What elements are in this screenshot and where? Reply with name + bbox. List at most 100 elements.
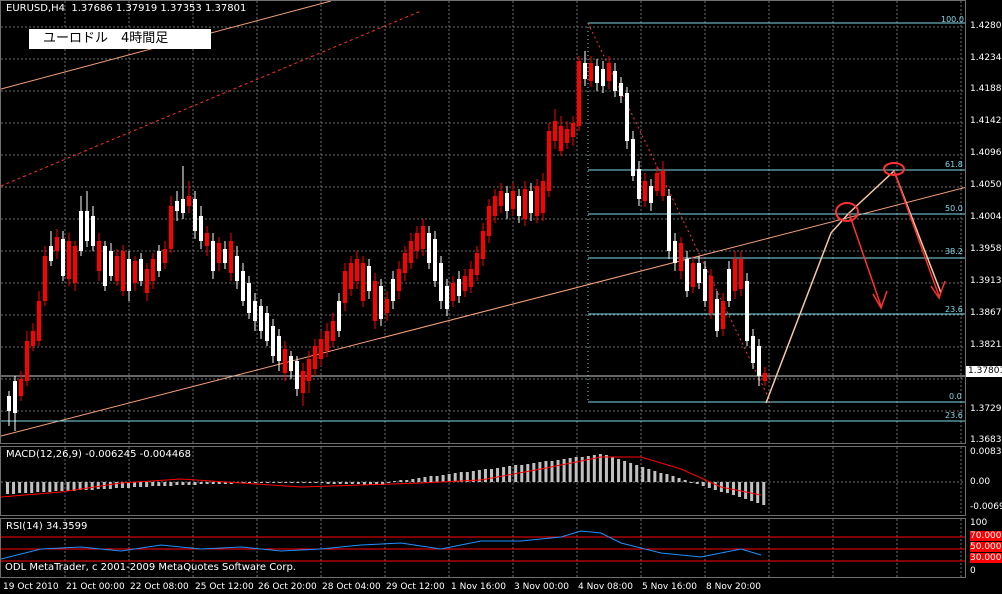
rsi-scale-tick: 30.0000 bbox=[970, 553, 1002, 563]
macd-scale-tick: -0.00694 bbox=[970, 502, 1002, 512]
price-chart-pane[interactable]: EURUSD,H4 1.37686 1.37919 1.37353 1.3780… bbox=[0, 0, 966, 444]
fib-level-label: 50.0 bbox=[945, 204, 963, 213]
macd-histogram-bar bbox=[417, 478, 421, 482]
time-tick: 25 Oct 12:00 bbox=[195, 582, 254, 592]
candle-body bbox=[589, 63, 593, 81]
macd-histogram-bar bbox=[453, 473, 457, 482]
macd-histogram-bar bbox=[423, 477, 427, 482]
time-tick: 22 Oct 08:00 bbox=[130, 582, 189, 592]
candle-body bbox=[739, 259, 743, 289]
candle-body bbox=[151, 259, 155, 281]
macd-histogram-bar bbox=[598, 454, 602, 482]
candle-body bbox=[583, 63, 587, 79]
price-tick: 1.40040 bbox=[970, 212, 1002, 222]
macd-histogram-bar bbox=[695, 482, 699, 484]
candle-body bbox=[175, 201, 179, 211]
rsi-line bbox=[1, 530, 762, 560]
candle-body bbox=[19, 379, 23, 396]
time-scale[interactable]: 19 Oct 2010 21 Oct 00:00 22 Oct 08:00 25… bbox=[0, 578, 966, 594]
price-chart-canvas[interactable] bbox=[1, 1, 966, 444]
macd-histogram-bar bbox=[175, 482, 179, 485]
macd-histogram-bar bbox=[550, 461, 554, 482]
price-tick: 1.40500 bbox=[970, 180, 1002, 190]
macd-histogram-bar bbox=[490, 469, 493, 482]
macd-histogram-bar bbox=[18, 482, 22, 493]
chart-window[interactable]: EURUSD,H4 1.37686 1.37919 1.37353 1.3780… bbox=[0, 0, 1002, 594]
macd-histogram-bar bbox=[701, 482, 705, 486]
candle-body bbox=[709, 276, 713, 313]
candle-body bbox=[61, 239, 65, 276]
fib-level-label: 0.0 bbox=[949, 392, 962, 401]
candle-body bbox=[271, 326, 275, 356]
macd-histogram-bar bbox=[96, 482, 100, 489]
macd-histogram-bar bbox=[296, 482, 300, 483]
candle-body bbox=[571, 123, 575, 137]
candle-body bbox=[139, 259, 143, 281]
candle-body bbox=[385, 299, 389, 313]
macd-histogram-bar bbox=[24, 482, 28, 493]
time-tick: 4 Nov 08:00 bbox=[578, 582, 633, 592]
candle-body bbox=[343, 271, 347, 303]
candle-body bbox=[475, 253, 479, 275]
macd-histogram-bar bbox=[544, 461, 548, 482]
macd-histogram-bar bbox=[320, 482, 324, 483]
macd-histogram-bar bbox=[133, 482, 137, 487]
rsi-title: RSI(14) 34.3599 bbox=[6, 521, 88, 532]
forecast-arrow-down-2 bbox=[893, 170, 940, 297]
candle-body bbox=[121, 251, 125, 291]
candle-body bbox=[265, 313, 269, 341]
macd-histogram-bar bbox=[66, 482, 70, 491]
candle-body bbox=[373, 281, 377, 321]
candle-body bbox=[727, 269, 731, 301]
time-tick: 26 Oct 20:00 bbox=[258, 582, 317, 592]
candle-body bbox=[97, 241, 101, 271]
time-tick: 19 Oct 2010 bbox=[3, 582, 59, 592]
macd-indicator-pane[interactable]: MACD(12,26,9) -0.006245 -0.004468 bbox=[0, 446, 966, 516]
fib-level-label: 100.0 bbox=[941, 15, 964, 24]
macd-histogram-bar bbox=[6, 482, 9, 494]
candle-body bbox=[187, 196, 191, 206]
candle-body bbox=[241, 271, 245, 301]
macd-histogram-bar bbox=[738, 482, 742, 497]
rsi-scale-tick: 50.0000 bbox=[970, 542, 1002, 552]
candle-body bbox=[211, 241, 215, 271]
candle-body bbox=[457, 279, 461, 296]
candle-body bbox=[307, 359, 311, 381]
candle-body bbox=[115, 256, 119, 281]
macd-histogram-bar bbox=[641, 467, 645, 482]
macd-signal-line bbox=[1, 456, 762, 498]
candle-body bbox=[349, 263, 353, 289]
macd-histogram-bar bbox=[435, 476, 439, 482]
candle-body bbox=[511, 191, 515, 209]
macd-histogram-bar bbox=[181, 482, 185, 485]
candle-body bbox=[703, 269, 707, 301]
macd-histogram-bar bbox=[659, 473, 663, 482]
candle-body bbox=[163, 249, 167, 263]
price-tick: 1.37290 bbox=[970, 404, 1002, 414]
price-scale[interactable]: 1.42800 1.42340 1.41880 1.41420 1.40960 … bbox=[966, 0, 1002, 578]
candle-body bbox=[421, 226, 425, 249]
macd-histogram-bar bbox=[145, 482, 149, 487]
symbol-label[interactable]: ユーロドル 4時間足 bbox=[29, 29, 211, 49]
candle-body bbox=[655, 173, 659, 191]
candle-body bbox=[367, 266, 371, 291]
macd-histogram-bar bbox=[30, 482, 34, 493]
macd-histogram-bar bbox=[683, 480, 687, 482]
candle-body bbox=[289, 356, 293, 371]
macd-histogram-bar bbox=[266, 482, 270, 483]
macd-histogram-bar bbox=[629, 463, 633, 482]
candle-body bbox=[631, 139, 635, 176]
candle-body bbox=[493, 196, 497, 216]
candle-body bbox=[79, 211, 83, 251]
candle-body bbox=[601, 69, 605, 86]
macd-histogram-bar bbox=[647, 469, 651, 482]
candle-body bbox=[277, 336, 281, 361]
macd-histogram-bar bbox=[163, 482, 167, 486]
candle-body bbox=[577, 61, 581, 126]
candle-body bbox=[733, 259, 737, 291]
macd-histogram-bar bbox=[532, 463, 536, 482]
macd-histogram-bar bbox=[568, 458, 572, 482]
candle-body bbox=[55, 237, 59, 251]
macd-histogram-bar bbox=[332, 482, 336, 484]
candle-body bbox=[487, 206, 491, 236]
